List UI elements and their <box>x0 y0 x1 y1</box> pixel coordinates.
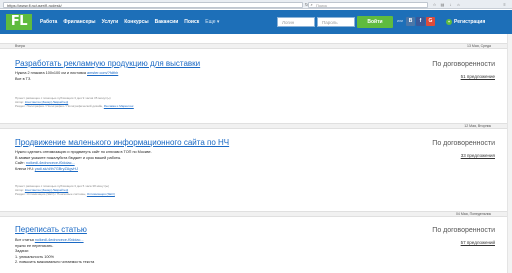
project-link[interactable]: yadi.sk/d/ih7GBryZAgvHJ <box>35 167 78 171</box>
category-link[interactable]: Оптимизация (SEO) <box>87 192 115 196</box>
category-link[interactable]: Реклама и Маркетинг <box>104 104 134 108</box>
menu-item-vacancies[interactable]: Вакансии <box>155 17 179 27</box>
offers-count-link[interactable]: 33 предложения <box>461 153 495 159</box>
menu-item-services[interactable]: Услуги <box>102 17 119 27</box>
date-divider: 04 Мая, Понедельник <box>0 211 512 217</box>
download-icon[interactable]: ↓ <box>448 2 453 7</box>
project-description-line: 2. повысить максимально читаемость текст… <box>15 260 95 264</box>
star-icon[interactable]: ☆ <box>432 2 437 7</box>
register-link[interactable]: + Регистрация <box>446 17 485 27</box>
project-link[interactable]: noikedl-4edrcrcece-f0doiac... <box>35 238 84 242</box>
date-divider: 12 Мая, Вторник <box>0 123 512 129</box>
bookmarks-icon[interactable]: ▤ <box>440 2 445 7</box>
page-scrollbar[interactable] <box>507 34 512 273</box>
project-card: Продвижение маленького информационного с… <box>15 138 495 208</box>
social-login-label: или <box>397 19 403 23</box>
home-icon[interactable]: ⌂ <box>456 2 461 7</box>
project-budget: По договоренности <box>432 140 495 147</box>
project-link[interactable]: noikedl-4edrcrcece-f0doiac... <box>26 161 75 165</box>
project-description-line: Ключи НЧ: yadi.sk/d/ih7GBryZAgvHJ <box>15 166 78 171</box>
project-card: Разработать рекламную продукцию для выст… <box>15 59 495 119</box>
project-title[interactable]: Разработать рекламную продукцию для выст… <box>15 59 200 69</box>
menu-item-contests[interactable]: Конкурсы <box>124 17 148 27</box>
address-url: https://www.fl.ru/user/fl-rudesk/ <box>7 2 62 8</box>
magnifier-icon: ⌕ <box>310 2 313 7</box>
project-budget: По договоренности <box>432 227 495 234</box>
main-menu: Работа Фрилансеры Услуги Конкурсы Ваканс… <box>40 17 219 27</box>
date-divider: Вчера 13 Мая, Среда <box>0 43 512 49</box>
login-field[interactable]: Логин <box>277 17 315 27</box>
project-link[interactable]: amster.com/?fdthh <box>87 71 118 75</box>
offers-count-link[interactable]: 57 предложений <box>461 240 495 246</box>
vk-icon[interactable]: В <box>406 17 415 26</box>
site-header: FL Работа Фрилансеры Услуги Конкурсы Вак… <box>0 10 512 34</box>
facebook-icon[interactable]: f <box>416 17 425 26</box>
menu-item-work[interactable]: Работа <box>40 17 57 27</box>
project-category: Раздел: Полиграфия / Полиграфия / Полигр… <box>15 104 134 108</box>
project-description-line: Все в ТЗ. <box>15 76 32 81</box>
project-title[interactable]: Продвижение маленького информационного с… <box>15 138 229 148</box>
google-icon[interactable]: G <box>426 17 435 26</box>
project-card: Переписать статью Вот статья noikedl-4ed… <box>15 225 495 273</box>
chevron-down-icon: ▾ <box>216 19 220 25</box>
plus-icon: + <box>446 18 452 25</box>
menu-item-more[interactable]: Еще ▾ <box>205 17 219 27</box>
project-category: Раздел: Оптимизация (SEO) / Поисковые си… <box>15 192 115 196</box>
site-logo[interactable]: FL <box>6 14 32 30</box>
browser-menu-icon[interactable]: ≡ <box>502 2 507 7</box>
browser-search-input[interactable]: ⌕ Поиск <box>308 1 428 8</box>
password-field[interactable]: Пароль <box>317 17 355 27</box>
menu-item-search[interactable]: Поиск <box>184 17 199 27</box>
browser-toolbar: https://www.fl.ru/user/fl-rudesk/ ↻ ⌕ По… <box>0 0 512 9</box>
project-title[interactable]: Переписать статью <box>15 225 87 235</box>
menu-item-freelancers[interactable]: Фрилансеры <box>63 17 95 27</box>
offers-count-link[interactable]: 51 предложение <box>461 74 495 80</box>
login-button[interactable]: Войти <box>357 16 393 28</box>
project-budget: По договоренности <box>432 61 495 68</box>
address-bar[interactable]: https://www.fl.ru/user/fl-rudesk/ <box>3 1 303 8</box>
